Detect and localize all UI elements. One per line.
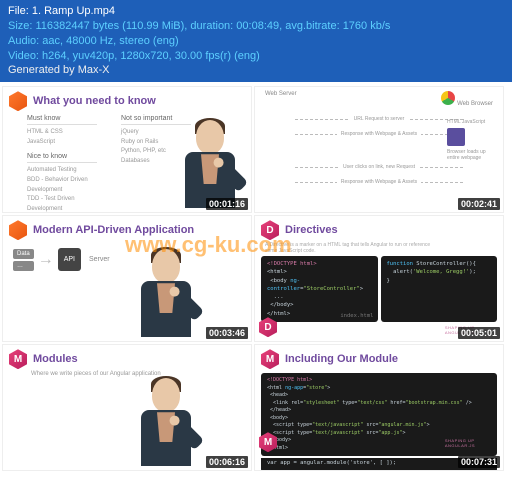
hex-icon — [9, 91, 27, 111]
thumbnail-5[interactable]: M Modules Where we write pieces of our A… — [2, 344, 252, 471]
hex-icon: M — [9, 349, 27, 369]
data-box: Data — [13, 249, 34, 259]
hex-icon: M — [261, 349, 279, 369]
caption: some JavaScript code. — [255, 248, 503, 254]
file-label: File: — [8, 5, 29, 17]
timestamp: 00:03:46 — [206, 327, 248, 339]
timestamp: 00:01:16 — [206, 198, 248, 210]
video-line: Video: h264, yuv420p, 1280x720, 30.00 fp… — [8, 49, 504, 64]
timestamp: 00:05:01 — [458, 327, 500, 339]
slide-title: What you need to know — [33, 95, 156, 107]
thumbnail-3[interactable]: Modern API-Driven Application Data … → A… — [2, 215, 252, 342]
hex-icon: D — [259, 317, 277, 337]
browser-label: Web Browser — [457, 101, 493, 107]
thumbnail-6[interactable]: M Including Our Module <!DOCTYPE html><h… — [254, 344, 504, 471]
subtitle: Where we write pieces of our Angular app… — [3, 371, 251, 379]
media-info-header: File: 1. Ramp Up.mp4 Size: 116382447 byt… — [0, 0, 512, 82]
arrow-text: User clicks on link, new Request — [339, 164, 419, 170]
slide-title: Modern API-Driven Application — [33, 224, 194, 236]
slide-title: Directives — [285, 224, 338, 236]
generated-by: Generated by Max-X — [8, 63, 504, 78]
timestamp: 00:07:31 — [458, 456, 500, 468]
audio-line: Audio: aac, 48000 Hz, stereo (eng) — [8, 34, 504, 49]
slide-title: Including Our Module — [285, 353, 398, 365]
side-note: Browser loads up entire webpage — [447, 149, 486, 161]
thumbnail-2[interactable]: Web Server Web Browser URL Request to se… — [254, 86, 504, 213]
code-snippet: function StoreController(){ alert('Welco… — [381, 256, 498, 322]
col-items: HTML & CSS JavaScript — [27, 128, 97, 147]
thumbnail-grid: What you need to know Must know HTML & C… — [0, 82, 512, 475]
thumbnail-1[interactable]: What you need to know Must know HTML & C… — [2, 86, 252, 213]
presenter-figure — [131, 245, 201, 341]
size-line: Size: 116382447 bytes (110.99 MiB), dura… — [8, 19, 504, 34]
col-header: Nice to know — [27, 153, 97, 163]
html-label: HTML JavaScript — [447, 119, 485, 125]
code-snippet: <!DOCTYPE html><html> <body ng-controlle… — [261, 256, 378, 322]
asset-icon — [447, 128, 465, 146]
chrome-icon — [441, 91, 455, 105]
timestamp: 00:06:16 — [206, 456, 248, 468]
server-label: Web Server — [265, 91, 297, 107]
api-box: API — [58, 248, 81, 271]
server-label: Server — [89, 256, 110, 263]
arrow-text: Response with Webpage & Assets — [337, 131, 421, 137]
col-header: Must know — [27, 115, 97, 125]
arrow-text: Response with Webpage & Assets — [337, 179, 421, 185]
col-items: Automated Testing BDD - Behavior Driven … — [27, 166, 97, 213]
arrow-text: URL Request to server — [350, 116, 409, 122]
timestamp: 00:02:41 — [458, 198, 500, 210]
presenter-figure — [131, 374, 201, 470]
thumbnail-4[interactable]: D Directives A Directive is a marker on … — [254, 215, 504, 342]
data-box: … — [13, 261, 34, 271]
filename: 1. Ramp Up.mp4 — [32, 5, 115, 17]
brand-label: Shaping Up Angular.js — [445, 438, 475, 448]
hex-icon: M — [259, 432, 277, 452]
hex-icon: D — [261, 220, 279, 240]
slide-title: Modules — [33, 353, 78, 365]
hex-icon — [9, 220, 27, 240]
